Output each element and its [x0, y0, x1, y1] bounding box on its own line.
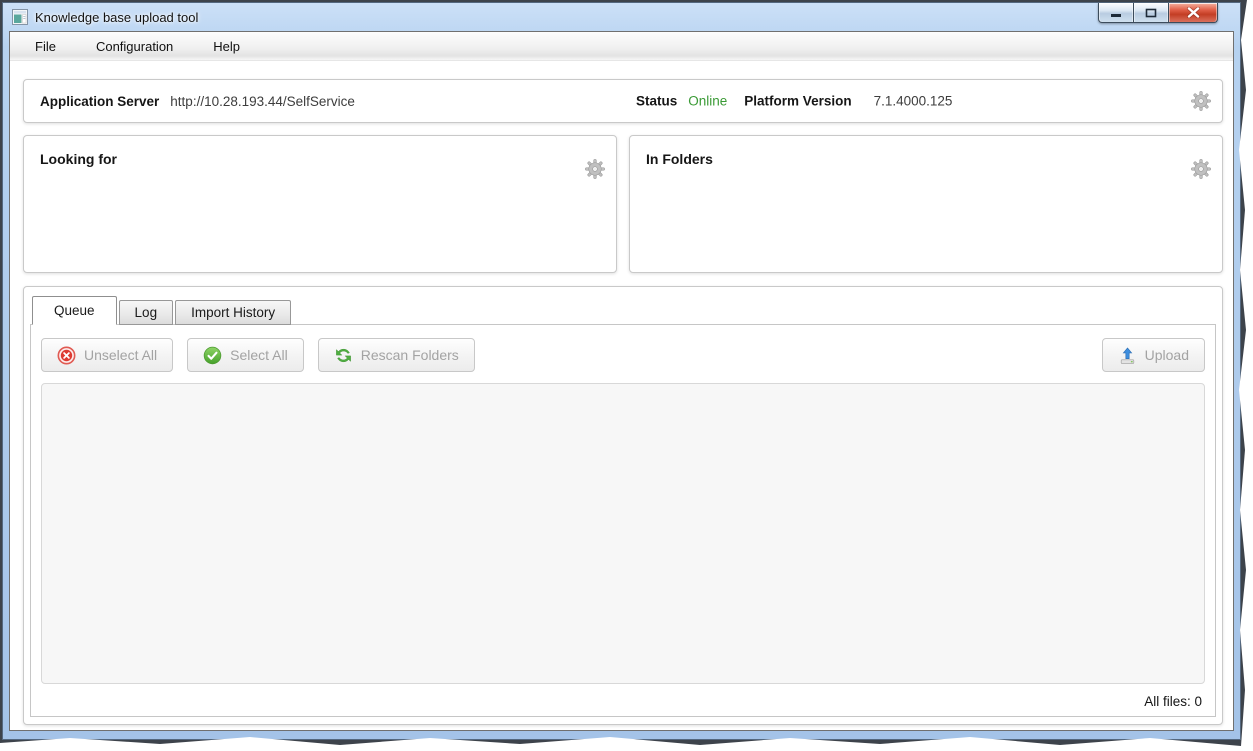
queue-section: Queue Log Import History: [23, 286, 1223, 725]
all-files-count: 0: [1194, 694, 1202, 709]
window-title: Knowledge base upload tool: [35, 10, 198, 25]
menu-bar: File Configuration Help: [10, 32, 1233, 61]
application-server-value: http://10.28.193.44/SelfService: [170, 94, 355, 109]
server-settings-gear-icon[interactable]: [1190, 90, 1212, 112]
unselect-all-button[interactable]: Unselect All: [41, 338, 173, 372]
queue-tab-page: Unselect All: [30, 324, 1216, 717]
screenshot: Knowledge base upload tool: [0, 0, 1253, 751]
maximize-icon: [1145, 8, 1157, 18]
tab-log[interactable]: Log: [119, 300, 174, 325]
tab-import-history[interactable]: Import History: [175, 300, 291, 325]
looking-for-panel: Looking for: [23, 135, 617, 273]
upload-label: Upload: [1145, 347, 1189, 363]
close-icon: [1187, 7, 1200, 18]
red-circle-cross-icon: [57, 346, 76, 365]
title-bar[interactable]: Knowledge base upload tool: [3, 3, 1240, 31]
menu-file[interactable]: File: [24, 34, 67, 59]
unselect-all-label: Unselect All: [84, 347, 157, 363]
queue-toolbar: Unselect All: [41, 337, 1205, 373]
tab-queue[interactable]: Queue: [32, 296, 117, 325]
window-controls: [1098, 3, 1218, 23]
torn-screenshot-edge: Knowledge base upload tool: [0, 0, 1247, 746]
in-folders-title: In Folders: [646, 151, 1206, 167]
status-group: Status Online Platform Version 7.1.4000.…: [636, 94, 952, 109]
close-button[interactable]: [1169, 3, 1218, 23]
tab-strip: Queue Log Import History: [32, 296, 293, 324]
rescan-folders-label: Rescan Folders: [361, 347, 459, 363]
looking-for-settings-gear-icon[interactable]: [584, 158, 606, 180]
green-circle-check-icon: [203, 346, 222, 365]
blue-upload-arrow-icon: [1118, 346, 1137, 365]
all-files-label: All files:: [1144, 694, 1191, 709]
looking-for-title: Looking for: [40, 151, 600, 167]
app-window: Knowledge base upload tool: [2, 2, 1241, 740]
maximize-button[interactable]: [1134, 3, 1169, 23]
select-all-button[interactable]: Select All: [187, 338, 304, 372]
select-all-label: Select All: [230, 347, 288, 363]
status-label: Status: [636, 94, 677, 109]
client-area: File Configuration Help Application Serv…: [9, 31, 1234, 731]
rescan-folders-button[interactable]: Rescan Folders: [318, 338, 475, 372]
server-info-panel: Application Server http://10.28.193.44/S…: [23, 79, 1223, 123]
platform-version-value: 7.1.4000.125: [874, 94, 953, 109]
app-icon: [12, 9, 28, 25]
platform-version-label: Platform Version: [744, 94, 851, 109]
file-queue-list[interactable]: [41, 383, 1205, 684]
upload-button[interactable]: Upload: [1102, 338, 1205, 372]
filter-panels-row: Looking for In Folders: [23, 135, 1223, 273]
in-folders-settings-gear-icon[interactable]: [1190, 158, 1212, 180]
content-area: Application Server http://10.28.193.44/S…: [10, 61, 1233, 730]
application-server-label: Application Server: [40, 94, 159, 109]
minimize-button[interactable]: [1098, 3, 1134, 23]
in-folders-panel: In Folders: [629, 135, 1223, 273]
menu-configuration[interactable]: Configuration: [85, 34, 184, 59]
green-refresh-arrows-icon: [334, 346, 353, 365]
status-value: Online: [688, 94, 727, 109]
minimize-icon: [1110, 8, 1122, 18]
all-files-status: All files: 0: [1144, 694, 1202, 709]
menu-help[interactable]: Help: [202, 34, 251, 59]
